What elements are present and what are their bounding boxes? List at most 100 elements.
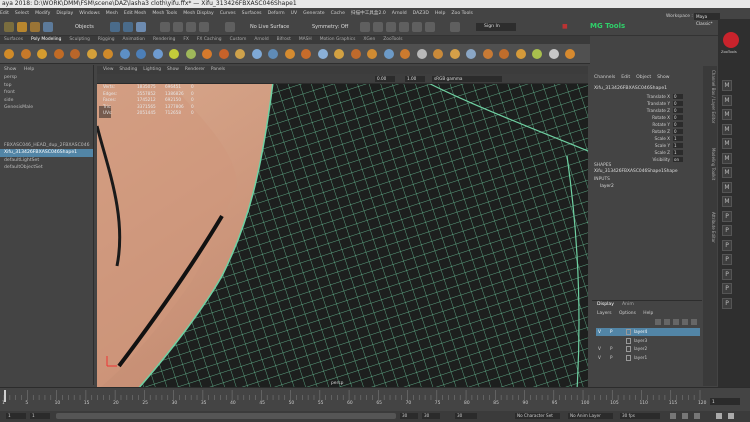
shelf-tool-icon[interactable] [53, 49, 64, 59]
attribute-value-field[interactable]: 0 [673, 101, 683, 106]
channel-attribute-row[interactable]: Translate X0 [600, 94, 700, 100]
shelf-tab-14[interactable]: ZooTools [383, 37, 402, 42]
settings-icon[interactable] [450, 22, 460, 32]
shelf-tool-icon[interactable] [565, 49, 575, 59]
outliner-item[interactable]: front [0, 89, 93, 97]
zoo-tool-button[interactable]: P [722, 268, 732, 280]
layer-menu-options[interactable]: Options [619, 311, 636, 316]
outliner-menu-help[interactable]: Help [24, 67, 34, 72]
layer-row[interactable]: V Player2 [596, 345, 700, 353]
layer-move-up-icon[interactable] [655, 319, 661, 325]
shelf-tab-7[interactable]: FX Caching [197, 37, 222, 42]
shelf-tab-5[interactable]: Rendering [153, 37, 175, 42]
menu-set-icon[interactable] [4, 22, 14, 32]
channel-box-menu-item[interactable]: Show [657, 75, 669, 80]
anim-layer-select[interactable]: No Anim Layer [568, 413, 613, 419]
layer-color-swatch[interactable] [626, 354, 631, 361]
outliner-item[interactable]: defaultObjectSet [0, 164, 93, 172]
character-set-select[interactable]: No Character Set [515, 413, 560, 419]
channel-attribute-row[interactable]: Scale Y1 [600, 143, 700, 149]
shelf-tool-icon[interactable] [119, 49, 130, 59]
viewport-menu-item[interactable]: View [103, 67, 113, 72]
sign-in-button[interactable]: Sign In [476, 23, 516, 31]
auto-key-icon[interactable] [682, 413, 688, 419]
current-frame-field[interactable]: 1 [710, 398, 740, 405]
save-scene-icon[interactable] [43, 22, 53, 32]
layer-row[interactable]: V Player1 [596, 354, 700, 362]
layer-color-swatch[interactable] [626, 337, 631, 344]
channel-attribute-row[interactable]: Rotate Z0 [600, 129, 700, 135]
viewport-menu-item[interactable]: Panels [211, 67, 225, 72]
end-time-field-2[interactable]: 30 [455, 413, 477, 419]
shelf-tool-icon[interactable] [548, 49, 559, 59]
end-time-field[interactable]: 30 [422, 413, 440, 419]
tab-anim[interactable]: Anim [622, 302, 634, 307]
menu-item-5[interactable]: Mesh [106, 11, 118, 16]
outliner-item[interactable]: FBXASC046_HEAD_dup_2FBXASC046 [0, 142, 93, 150]
menu-item-17[interactable]: DAZ3D [413, 11, 429, 16]
menu-item-8[interactable]: Mesh Display [183, 11, 214, 16]
shelf-tab-3[interactable]: Rigging [98, 37, 115, 42]
channel-box-menu-item[interactable]: Object [636, 75, 651, 80]
anim-prefs-icon[interactable] [694, 413, 700, 419]
play-back-icon[interactable] [716, 413, 722, 419]
zoo-tool-button[interactable]: P [722, 283, 732, 294]
shelf-tool-icon[interactable] [284, 49, 295, 59]
shelf-tab-13[interactable]: XGen [363, 37, 375, 42]
shelf-tool-icon[interactable] [86, 49, 97, 59]
menu-item-16[interactable]: Arnold [392, 11, 407, 16]
render-settings-icon[interactable] [386, 22, 396, 32]
menu-item-6[interactable]: Edit Mesh [124, 11, 146, 16]
menu-item-11[interactable]: Deform [268, 11, 285, 16]
outliner-item[interactable]: Xifu_313426FBXASC046Shape1 [0, 149, 93, 157]
shelf-tool-icon[interactable] [185, 49, 196, 59]
side-tab-attribute-editor[interactable]: Attribute Editor [704, 212, 716, 262]
channel-attribute-row[interactable]: Visibility on [600, 157, 700, 163]
shelf-tool-icon[interactable] [515, 49, 526, 59]
zoo-tool-button[interactable]: P [722, 225, 732, 236]
symmetry-label[interactable]: Symmetry: Off [312, 24, 348, 30]
shelf-tab-2[interactable]: Sculpting [69, 37, 90, 42]
snap-point-icon[interactable] [186, 22, 196, 32]
snap-curve-icon[interactable] [173, 22, 183, 32]
shelf-tool-icon[interactable] [433, 49, 443, 59]
exposure-field[interactable]: 0.00 [375, 76, 395, 82]
zoo-tool-button[interactable]: M [722, 123, 732, 135]
attribute-value-field[interactable]: 1 [673, 150, 683, 155]
shelf-tool-icon[interactable] [235, 49, 245, 59]
zoo-tool-button[interactable]: M [722, 181, 732, 193]
layer-row[interactable]: V Player4 [596, 328, 700, 336]
live-surface-label[interactable]: No Live Surface [250, 24, 289, 30]
layer-color-swatch[interactable] [626, 346, 631, 352]
menu-item-10[interactable]: Surfaces [242, 11, 262, 16]
outliner-item[interactable] [0, 112, 93, 120]
select-by-hierarchy-icon[interactable] [110, 22, 120, 32]
snap-view-plane-icon[interactable] [199, 22, 209, 32]
select-by-object-icon[interactable] [136, 22, 146, 32]
snap-grid-icon[interactable] [160, 22, 170, 32]
shelf-tab-6[interactable]: FX [183, 37, 189, 42]
zoo-tool-button[interactable]: M [722, 196, 732, 207]
outliner-item[interactable] [0, 134, 93, 142]
channel-box-object-name[interactable]: Xifu_313426FBXASC046Shape1 [594, 86, 667, 91]
outliner-menu-show[interactable]: Show [4, 67, 16, 72]
shelf-tool-icon[interactable] [70, 49, 80, 59]
attribute-value-field[interactable]: 1 [673, 136, 683, 141]
shelf-tab-1[interactable]: Poly Modeling [31, 37, 61, 42]
layer-menu-help[interactable]: Help [643, 311, 653, 316]
outliner-item[interactable] [0, 127, 93, 135]
menu-item-19[interactable]: Zoo Tools [451, 11, 473, 16]
shelf-tool-icon[interactable] [482, 49, 493, 59]
range-slider-bar[interactable] [56, 413, 396, 419]
shelf-tool-icon[interactable] [218, 49, 229, 59]
zoo-tool-button[interactable]: M [722, 152, 732, 164]
shelf-tool-icon[interactable] [103, 49, 113, 59]
history-icon[interactable] [225, 22, 235, 32]
layer-visibility-toggle[interactable]: V [598, 354, 601, 362]
delete-layer-icon[interactable] [691, 319, 697, 325]
loop-icon[interactable] [670, 413, 676, 419]
shelf-tab-4[interactable]: Animation [123, 37, 145, 42]
render-icon[interactable] [360, 22, 370, 32]
select-by-component-icon[interactable] [123, 22, 133, 32]
outliner-item[interactable]: defaultLightSet [0, 157, 93, 165]
